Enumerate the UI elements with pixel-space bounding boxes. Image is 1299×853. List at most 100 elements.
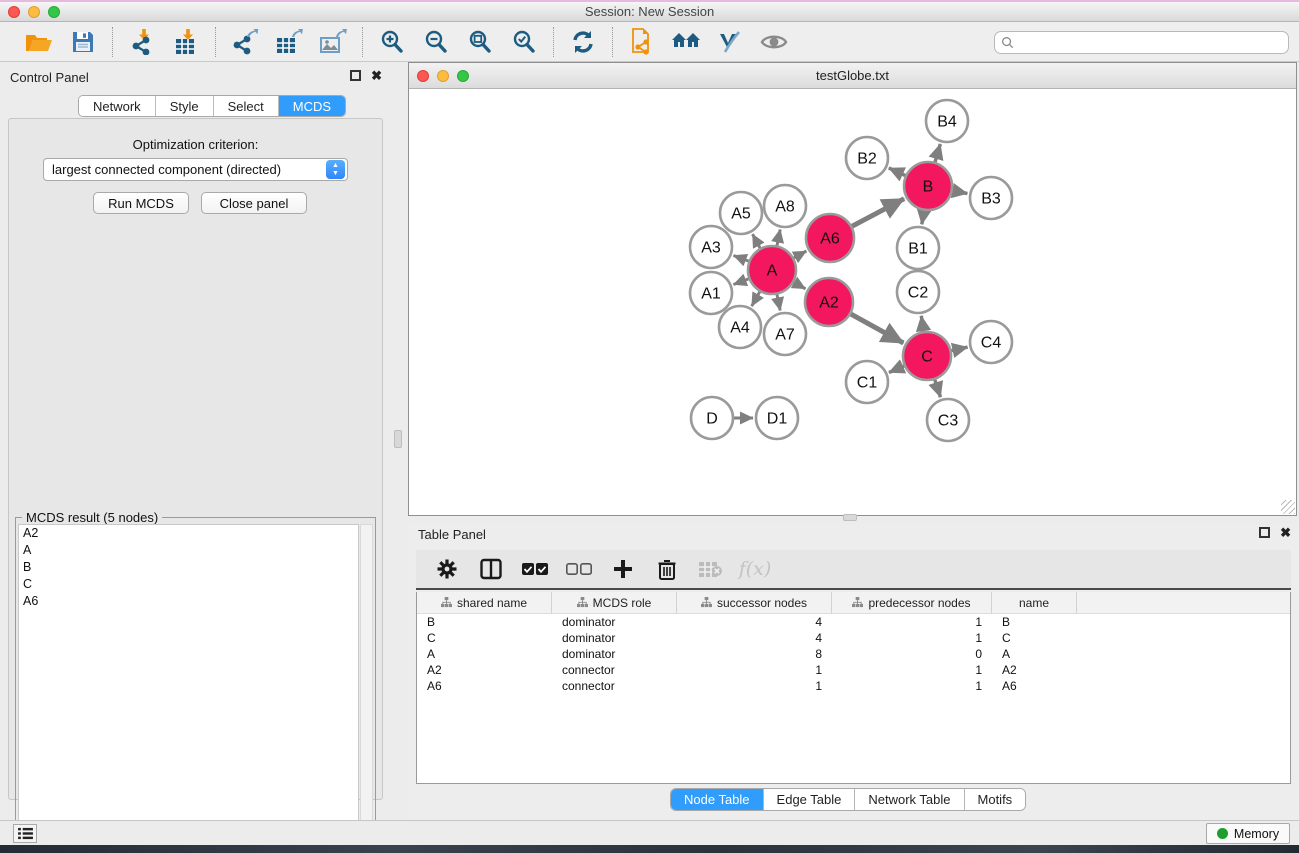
tab-network-table[interactable]: Network Table [855,789,964,810]
node-A2[interactable]: A2 [805,278,853,326]
close-table-panel-icon[interactable]: ✖ [1280,527,1291,538]
resize-grip[interactable] [1281,500,1295,514]
column-header-MCDS-role[interactable]: MCDS role [552,592,677,613]
open-file-icon[interactable] [22,27,56,57]
node-B3[interactable]: B3 [970,177,1012,219]
edge-A-A6[interactable] [792,251,806,259]
node-A3[interactable]: A3 [690,226,732,268]
node-D1[interactable]: D1 [756,397,798,439]
node-C2[interactable]: C2 [897,271,939,313]
tab-edge-table[interactable]: Edge Table [764,789,856,810]
search-field[interactable] [994,31,1289,54]
task-history-button[interactable] [13,824,37,843]
add-icon[interactable] [608,554,638,584]
network-window-titlebar[interactable]: testGlobe.txt [409,63,1296,89]
zoom-in-icon[interactable] [375,27,409,57]
tab-node-table[interactable]: Node Table [671,789,764,810]
node-A6[interactable]: A6 [806,214,854,262]
mcds-result-item[interactable]: B [19,559,358,576]
node-C4[interactable]: C4 [970,321,1012,363]
node-C[interactable]: C [903,332,951,380]
export-image-icon[interactable] [316,27,350,57]
search-input[interactable] [1014,36,1288,50]
zoom-fit-icon[interactable] [463,27,497,57]
node-A8[interactable]: A8 [764,185,806,227]
node-A1[interactable]: A1 [690,272,732,314]
edge-A-A2[interactable] [792,281,805,289]
export-table-icon[interactable] [272,27,306,57]
edge-A6-B[interactable] [850,199,904,228]
mcds-result-list[interactable]: A2ABCA6 [18,524,359,852]
edge-B-B2[interactable] [889,168,907,176]
column-header-shared-name[interactable]: shared name [417,592,552,613]
mcds-result-item[interactable]: A [19,542,358,559]
run-mcds-button[interactable]: Run MCDS [93,192,189,214]
edge-B-B1[interactable] [922,209,925,225]
edge-A-A3[interactable] [734,256,751,262]
edge-C-C3[interactable] [934,378,940,397]
save-session-icon[interactable] [66,27,100,57]
table-row[interactable]: A2connector11A2 [417,662,1290,678]
network-canvas[interactable]: B4 B2 B B3 A8A5 A6 A3 B1 A C2 A1 A2 A4A7 C4 C C1 D D1 C3 [409,89,1296,515]
tab-motifs[interactable]: Motifs [965,789,1026,810]
column-header-predecessor-nodes[interactable]: predecessor nodes [832,592,992,613]
memory-button[interactable]: Memory [1206,823,1290,844]
node-C1[interactable]: C1 [846,361,888,403]
vertical-splitter-handle[interactable] [394,430,402,448]
node-C3[interactable]: C3 [927,399,969,441]
node-A5[interactable]: A5 [720,192,762,234]
node-B2[interactable]: B2 [846,137,888,179]
tab-network[interactable]: Network [79,96,156,116]
select-all-icon[interactable] [520,554,550,584]
edge-A-A7[interactable] [777,293,781,311]
edge-A-A8[interactable] [777,230,781,248]
edge-A2-C[interactable] [849,313,903,343]
float-table-panel-icon[interactable] [1259,527,1270,538]
export-network-icon[interactable] [228,27,262,57]
trash-icon[interactable] [652,554,682,584]
edge-A-A4[interactable] [752,290,761,306]
tab-mcds[interactable]: MCDS [279,96,345,116]
horizontal-splitter-handle[interactable] [843,514,857,521]
edge-B-B4[interactable] [935,144,941,164]
node-D[interactable]: D [691,397,733,439]
tab-style[interactable]: Style [156,96,214,116]
table-row[interactable]: Bdominator41B [417,614,1290,630]
home-icon[interactable] [669,27,703,57]
zoom-out-icon[interactable] [419,27,453,57]
network-from-file-icon[interactable] [625,27,659,57]
zoom-selected-icon[interactable] [507,27,541,57]
criterion-dropdown[interactable]: largest connected component (directed) ▲… [43,158,348,181]
deselect-all-icon[interactable] [564,554,594,584]
columns-icon[interactable] [476,554,506,584]
import-network-icon[interactable] [125,27,159,57]
result-scrollbar[interactable] [360,524,373,852]
table-row[interactable]: Cdominator41C [417,630,1290,646]
show-hide-graphics-icon[interactable] [713,27,747,57]
node-A[interactable]: A [748,246,796,294]
edge-A-A1[interactable] [734,278,751,284]
edge-C-C2[interactable] [921,316,924,333]
refresh-network-icon[interactable] [566,27,600,57]
table-row[interactable]: Adominator80A [417,646,1290,662]
import-table-icon[interactable] [169,27,203,57]
column-header-successor-nodes[interactable]: successor nodes [677,592,832,613]
node-A4[interactable]: A4 [719,306,761,348]
edge-B-B3[interactable] [951,190,968,193]
node-B4[interactable]: B4 [926,100,968,142]
mcds-result-item[interactable]: A2 [19,525,358,542]
column-header-name[interactable]: name [992,592,1077,613]
mcds-result-item[interactable]: A6 [19,593,358,610]
birds-eye-icon[interactable] [757,27,791,57]
node-table[interactable]: shared nameMCDS rolesuccessor nodesprede… [416,592,1291,784]
close-panel-button[interactable]: Close panel [201,192,307,214]
gear-icon[interactable] [432,554,462,584]
node-B[interactable]: B [904,162,952,210]
tab-select[interactable]: Select [214,96,279,116]
edge-A-A5[interactable] [753,234,762,250]
mcds-result-item[interactable]: C [19,576,358,593]
node-B1[interactable]: B1 [897,227,939,269]
float-panel-icon[interactable] [350,70,361,81]
node-A7[interactable]: A7 [764,313,806,355]
edge-C-C4[interactable] [950,347,968,351]
